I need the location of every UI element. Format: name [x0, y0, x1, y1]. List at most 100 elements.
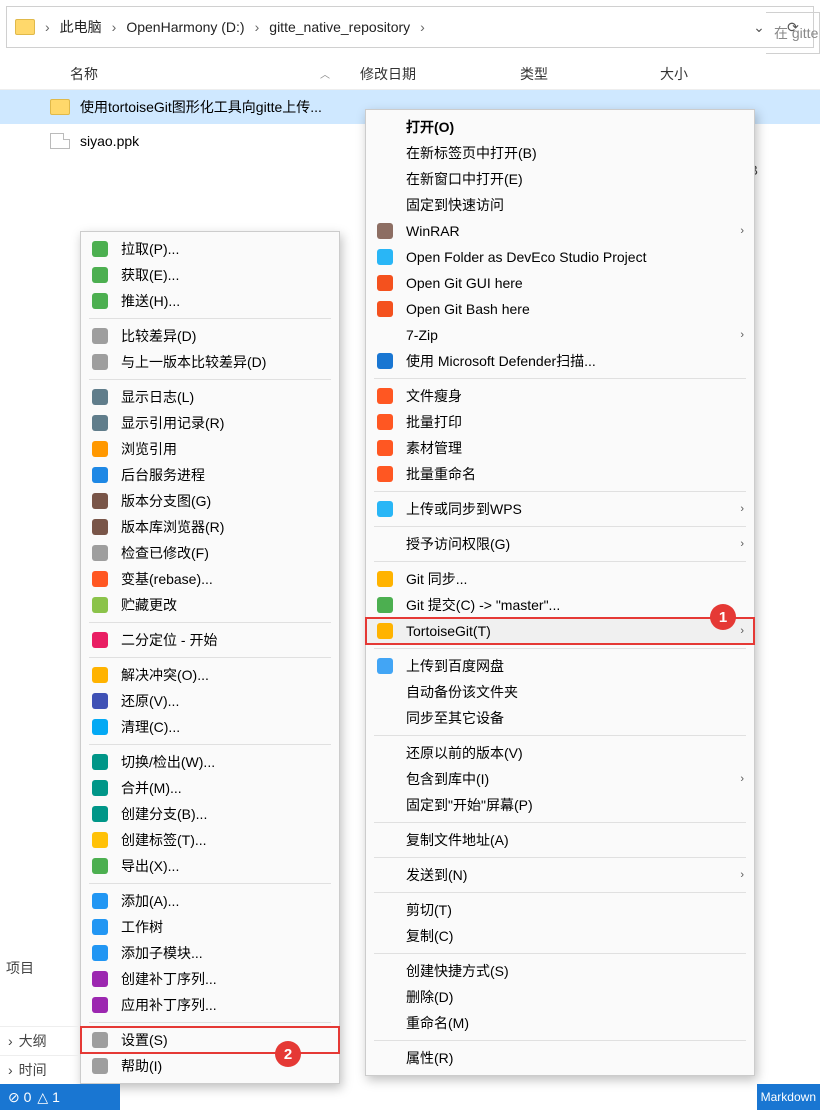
submenu-item-label: 创建分支(B)... [121, 804, 207, 824]
menu-item-pinstart[interactable]: 固定到"开始"屏幕(P) [366, 792, 754, 818]
tab-time[interactable]: ›时间 [0, 1055, 78, 1084]
menu-item-open[interactable]: 打开(O) [366, 114, 754, 140]
status-language[interactable]: Markdown [757, 1084, 820, 1110]
submenu-item-diffprev[interactable]: 与上一版本比较差异(D) [81, 349, 339, 375]
crumb-drive[interactable]: OpenHarmony (D:) [126, 19, 244, 35]
blank-icon [376, 709, 394, 727]
submenu-item-resolve[interactable]: 解决冲突(O)... [81, 662, 339, 688]
submenu-item-add[interactable]: 添加(A)... [81, 888, 339, 914]
errors-count[interactable]: ⊘ 0 [8, 1089, 31, 1106]
menu-item-gitbash[interactable]: Open Git Bash here [366, 296, 754, 322]
submenu-item-label: 解决冲突(O)... [121, 665, 209, 685]
submenu-item-daemon[interactable]: 后台服务进程 [81, 462, 339, 488]
status-bar[interactable]: ⊘ 0 △ 1 [0, 1084, 120, 1110]
menu-item-rename[interactable]: 重命名(M) [366, 1010, 754, 1036]
submenu-item-tag[interactable]: 创建标签(T)... [81, 827, 339, 853]
rar-icon [376, 222, 394, 240]
menu-item-gitsync[interactable]: Git 同步... [366, 566, 754, 592]
submenu-item-label: 后台服务进程 [121, 465, 205, 485]
tortoise-clean-icon [91, 718, 109, 736]
submenu-item-checkmod[interactable]: 检查已修改(F) [81, 540, 339, 566]
submenu-item-applypatch[interactable]: 应用补丁序列... [81, 992, 339, 1018]
menu-item-gitcommit[interactable]: Git 提交(C) -> "master"... [366, 592, 754, 618]
menu-item-newwin[interactable]: 在新窗口中打开(E) [366, 166, 754, 192]
menu-item-copy[interactable]: 复制(C) [366, 923, 754, 949]
search-input[interactable]: 在 gitte [766, 12, 820, 54]
file-name: 使用tortoiseGit图形化工具向gitte上传... [80, 97, 322, 117]
menu-item-shortcut[interactable]: 创建快捷方式(S) [366, 958, 754, 984]
submenu-item-repobrowser[interactable]: 版本库浏览器(R) [81, 514, 339, 540]
menu-item-cut[interactable]: 剪切(T) [366, 897, 754, 923]
submenu-item-pull[interactable]: 拉取(P)... [81, 236, 339, 262]
menu-item-wps2[interactable]: 批量打印 [366, 409, 754, 435]
menu-item-props[interactable]: 属性(R) [366, 1045, 754, 1071]
tortoise-createpatch-icon [91, 970, 109, 988]
menu-item-tortoise[interactable]: TortoiseGit(T)› [366, 618, 754, 644]
submenu-item-browse[interactable]: 浏览引用 [81, 436, 339, 462]
menu-item-defender[interactable]: 使用 Microsoft Defender扫描... [366, 348, 754, 374]
crumb-pc[interactable]: 此电脑 [60, 17, 102, 37]
submenu-item-worktree[interactable]: 工作树 [81, 914, 339, 940]
menu-item-wps3[interactable]: 素材管理 [366, 435, 754, 461]
submenu-item-fetch[interactable]: 获取(E)... [81, 262, 339, 288]
menu-item-wps1[interactable]: 文件瘦身 [366, 383, 754, 409]
submenu-item-merge[interactable]: 合并(M)... [81, 775, 339, 801]
tab-project[interactable]: 项目 [6, 958, 34, 978]
menu-item-include[interactable]: 包含到库中(I)› [366, 766, 754, 792]
menu-item-baidu[interactable]: 上传到百度网盘 [366, 653, 754, 679]
menu-item-wpsup[interactable]: 上传或同步到WPS› [366, 496, 754, 522]
blank-icon [376, 1014, 394, 1032]
chevron-icon: › [112, 19, 117, 35]
menu-item-syncdev[interactable]: 同步至其它设备 [366, 705, 754, 731]
submenu-item-label: 设置(S) [121, 1030, 168, 1050]
submenu-item-rebase[interactable]: 变基(rebase)... [81, 566, 339, 592]
menu-item-copyaddr[interactable]: 复制文件地址(A) [366, 827, 754, 853]
menu-item-deveco[interactable]: Open Folder as DevEco Studio Project [366, 244, 754, 270]
submenu-item-revgraph[interactable]: 版本分支图(G) [81, 488, 339, 514]
menu-item-pin[interactable]: 固定到快速访问 [366, 192, 754, 218]
submenu-item-label: 显示引用记录(R) [121, 413, 224, 433]
submenu-item-clean[interactable]: 清理(C)... [81, 714, 339, 740]
chevron-icon: › [255, 19, 260, 35]
menu-item-sendto[interactable]: 发送到(N)› [366, 862, 754, 888]
blank-icon [376, 927, 394, 945]
submenu-item-log[interactable]: 显示日志(L) [81, 384, 339, 410]
submenu-item-revert[interactable]: 还原(V)... [81, 688, 339, 714]
warnings-count[interactable]: △ 1 [37, 1089, 59, 1106]
tab-outline[interactable]: ›大纲 [0, 1026, 78, 1055]
menu-item-restore[interactable]: 还原以前的版本(V) [366, 740, 754, 766]
breadcrumb[interactable]: › 此电脑 › OpenHarmony (D:) › gitte_native_… [6, 6, 814, 48]
col-name[interactable]: 名称︿ [0, 64, 360, 84]
w-icon [376, 439, 394, 457]
menu-item-newtab[interactable]: 在新标签页中打开(B) [366, 140, 754, 166]
gs-icon [376, 570, 394, 588]
blank-icon [376, 796, 394, 814]
tortoise-submodule-icon [91, 944, 109, 962]
submenu-item-switch[interactable]: 切换/检出(W)... [81, 749, 339, 775]
submenu-item-push[interactable]: 推送(H)... [81, 288, 339, 314]
submenu-item-label: 变基(rebase)... [121, 569, 213, 589]
submenu-item-diff[interactable]: 比较差异(D) [81, 323, 339, 349]
col-type[interactable]: 类型 [520, 64, 660, 84]
menu-item-delete[interactable]: 删除(D) [366, 984, 754, 1010]
menu-item-wps4[interactable]: 批量重命名 [366, 461, 754, 487]
tortoise-bisect-icon [91, 631, 109, 649]
submenu-item-reflog[interactable]: 显示引用记录(R) [81, 410, 339, 436]
menu-item-autobk[interactable]: 自动备份该文件夹 [366, 679, 754, 705]
submenu-item-stash[interactable]: 贮藏更改 [81, 592, 339, 618]
menu-item-winrar[interactable]: WinRAR› [366, 218, 754, 244]
menu-item-grant[interactable]: 授予访问权限(G)› [366, 531, 754, 557]
submenu-item-branch[interactable]: 创建分支(B)... [81, 801, 339, 827]
submenu-item-submodule[interactable]: 添加子模块... [81, 940, 339, 966]
menu-item-7zip[interactable]: 7-Zip› [366, 322, 754, 348]
submenu-item-label: 切换/检出(W)... [121, 752, 215, 772]
submenu-item-label: 清理(C)... [121, 717, 180, 737]
menu-item-gitgui[interactable]: Open Git GUI here [366, 270, 754, 296]
submenu-item-createpatch[interactable]: 创建补丁序列... [81, 966, 339, 992]
submenu-item-export[interactable]: 导出(X)... [81, 853, 339, 879]
col-size[interactable]: 大小 [660, 64, 760, 84]
col-date[interactable]: 修改日期 [360, 64, 520, 84]
submenu-item-bisect[interactable]: 二分定位 - 开始 [81, 627, 339, 653]
tortoise-export-icon [91, 857, 109, 875]
crumb-folder[interactable]: gitte_native_repository [269, 19, 410, 35]
